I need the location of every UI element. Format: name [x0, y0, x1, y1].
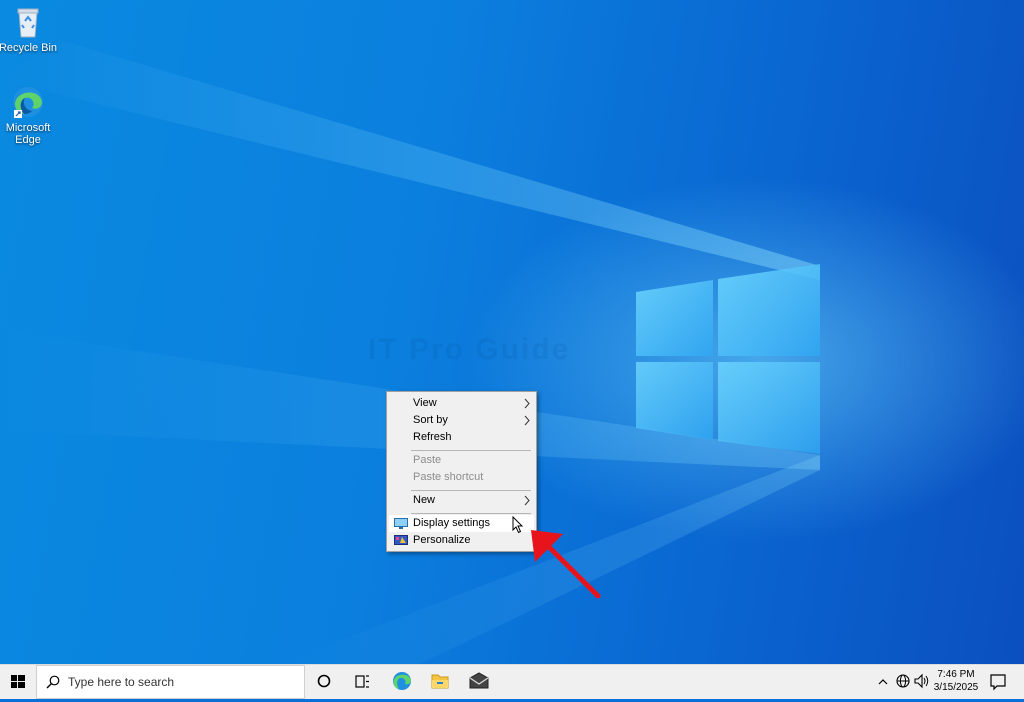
- clock[interactable]: 7:46 PM 3/15/2025: [930, 668, 982, 694]
- search-box[interactable]: Type here to search: [36, 665, 305, 699]
- cortana-icon: [317, 674, 331, 688]
- windows-start-icon: [11, 675, 25, 688]
- menu-item-label: New: [413, 494, 436, 506]
- recycle-bin-icon: [17, 8, 39, 38]
- volume-button[interactable]: [912, 665, 932, 699]
- display-icon: [394, 518, 408, 529]
- menu-item-label: Paste shortcut: [413, 471, 484, 483]
- desktop-icon-label: Recycle Bin: [0, 42, 58, 54]
- search-icon: [46, 675, 60, 689]
- windows-logo-wallpaper: [636, 264, 820, 454]
- menu-separator: [411, 513, 531, 514]
- menu-item-personalize[interactable]: Personalize: [389, 532, 534, 549]
- action-center-button[interactable]: [986, 665, 1010, 699]
- menu-item-sort-by[interactable]: Sort by: [389, 412, 534, 429]
- menu-separator: [411, 490, 531, 491]
- menu-item-refresh[interactable]: Refresh: [389, 429, 534, 446]
- menu-item-view[interactable]: View: [389, 395, 534, 412]
- clock-time: 7:46 PM: [937, 669, 975, 680]
- desktop-icon-recycle-bin[interactable]: Recycle Bin: [0, 4, 58, 54]
- start-button[interactable]: [0, 665, 36, 699]
- notification-icon: [990, 674, 1006, 691]
- edge-icon: [393, 672, 411, 690]
- desktop[interactable]: IT Pro Guide Recycle Bin Microsoft Edge …: [0, 0, 1024, 664]
- menu-item-label: Paste: [413, 454, 442, 466]
- desktop-icon-edge[interactable]: Microsoft Edge: [0, 84, 58, 146]
- volume-icon: [914, 673, 929, 689]
- personalize-icon: [394, 535, 408, 545]
- mouse-cursor-icon: [512, 516, 524, 534]
- edge-icon: [13, 87, 43, 118]
- menu-item-label: View: [413, 397, 437, 409]
- task-view-icon: [355, 675, 369, 688]
- menu-item-paste-shortcut[interactable]: Paste shortcut: [389, 469, 534, 486]
- taskbar: Type here to search 7:46 PM 3/15/2025: [0, 664, 1024, 699]
- desktop-icon-label-line2: Edge: [15, 134, 41, 146]
- mail-icon: [469, 672, 489, 689]
- wallpaper: [0, 40, 820, 664]
- menu-item-new[interactable]: New: [389, 492, 534, 509]
- menu-item-paste[interactable]: Paste: [389, 452, 534, 469]
- show-hidden-icons-button[interactable]: [874, 665, 892, 699]
- submenu-arrow-icon: [524, 492, 530, 515]
- menu-item-label: Personalize: [413, 534, 471, 546]
- taskbar-edge-button[interactable]: [383, 665, 421, 699]
- task-view-button[interactable]: [343, 665, 381, 699]
- cortana-button[interactable]: [305, 665, 343, 699]
- watermark-text: IT Pro Guide: [368, 333, 571, 366]
- menu-separator: [411, 450, 531, 451]
- menu-item-label: Sort by: [413, 414, 448, 426]
- desktop-icon-label-line1: Microsoft: [5, 122, 51, 134]
- file-explorer-icon: [431, 674, 449, 689]
- file-explorer-button[interactable]: [421, 665, 459, 699]
- network-button[interactable]: [893, 665, 913, 699]
- menu-item-label: Display settings: [413, 517, 491, 529]
- mail-button[interactable]: [460, 665, 498, 699]
- network-icon: [896, 674, 910, 688]
- chevron-up-icon: [878, 679, 888, 685]
- search-placeholder: Type here to search: [68, 675, 175, 689]
- annotation-arrow-icon: [531, 530, 601, 599]
- clock-date: 3/15/2025: [933, 682, 979, 693]
- menu-item-label: Refresh: [413, 431, 452, 443]
